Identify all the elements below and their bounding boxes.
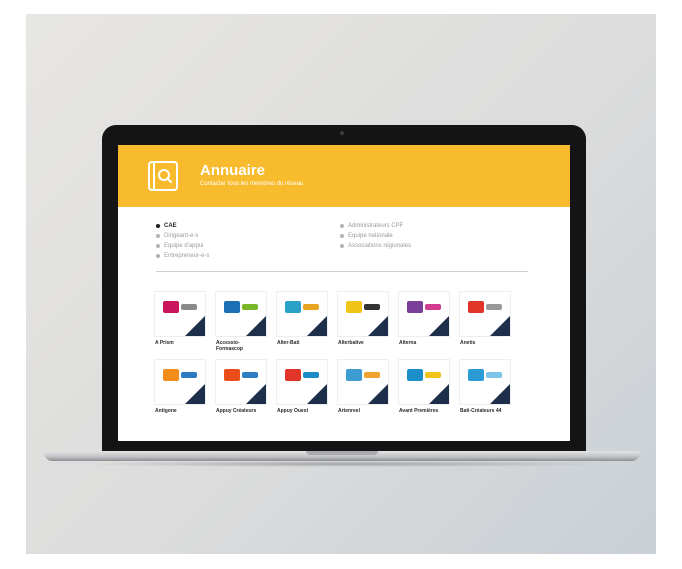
member-name: Appuy Ouest: [277, 408, 309, 414]
member-name: Bati-Créateurs 44: [460, 408, 502, 414]
corner-arrow-icon: [246, 384, 266, 404]
member-logo: [277, 292, 327, 336]
filter-label: Administrateurs CPF: [348, 223, 404, 229]
logo-mark: [407, 301, 441, 313]
page-subtitle: Contacter tous les membres du réseau: [200, 181, 304, 187]
filter-label: Equipe nationale: [348, 233, 393, 239]
member-logo: [460, 360, 510, 404]
corner-arrow-icon: [429, 384, 449, 404]
member-name: A Prism: [155, 340, 174, 346]
book-search-icon: [148, 161, 178, 191]
logo-mark: [163, 369, 197, 381]
filter-label: Dirigeant-e-s: [164, 233, 199, 239]
filter-list-primary: CAE Dirigeant-e-s Equipe d'appui Entrepr…: [156, 221, 209, 261]
filter-associations-regionales[interactable]: Associations régionales: [340, 241, 411, 251]
bullet-icon: [156, 224, 160, 228]
logo-mark: [468, 301, 502, 313]
member-logo: [216, 360, 266, 404]
filter-equipe-nationale[interactable]: Equipe nationale: [340, 231, 411, 241]
member-logo: [155, 360, 205, 404]
webcam: [340, 131, 344, 135]
corner-arrow-icon: [368, 384, 388, 404]
member-name: Alter-Bati: [277, 340, 300, 346]
member-logo: [338, 360, 388, 404]
filter-label: Associations régionales: [348, 243, 412, 249]
logo-mark: [224, 301, 258, 313]
member-card[interactable]: Appuy Ouest: [277, 360, 327, 420]
member-name: Artenreel: [338, 408, 360, 414]
corner-arrow-icon: [246, 316, 266, 336]
base-shadow: [70, 461, 614, 467]
bullet-icon: [156, 234, 160, 238]
filter-label: CAE: [164, 223, 177, 229]
corner-arrow-icon: [429, 316, 449, 336]
logo-mark: [285, 301, 319, 313]
member-card[interactable]: Alter-Bati: [277, 292, 327, 352]
member-card[interactable]: Anetis: [460, 292, 510, 352]
corner-arrow-icon: [185, 316, 205, 336]
filter-label: Equipe d'appui: [164, 243, 204, 249]
member-name: Appuy Créateurs: [216, 408, 257, 414]
member-name: Avant Premières: [399, 408, 439, 414]
laptop-base: [44, 451, 640, 461]
logo-mark: [468, 369, 502, 381]
corner-arrow-icon: [490, 384, 510, 404]
member-logo: [155, 292, 205, 336]
member-name: Alterna: [399, 340, 417, 346]
logo-mark: [346, 301, 380, 313]
member-name: Antigone: [155, 408, 177, 414]
member-name: Accessio-Formascop: [216, 340, 243, 352]
member-card[interactable]: Alterna: [399, 292, 449, 352]
member-card[interactable]: Antigone: [155, 360, 205, 420]
divider: [156, 271, 528, 272]
laptop-notch: [306, 451, 378, 455]
logo-mark: [346, 369, 380, 381]
corner-arrow-icon: [185, 384, 205, 404]
filter-label: Entrepreneur-e-s: [164, 253, 210, 259]
member-name: Alterbative: [338, 340, 364, 346]
corner-arrow-icon: [490, 316, 510, 336]
filter-equipe-appui[interactable]: Equipe d'appui: [156, 241, 209, 251]
member-card[interactable]: A Prism: [155, 292, 205, 352]
bullet-icon: [156, 254, 160, 258]
member-logo: [277, 360, 327, 404]
page-title: Annuaire: [200, 162, 266, 179]
member-logo: [399, 292, 449, 336]
bullet-icon: [340, 234, 344, 238]
filter-list-secondary: Administrateurs CPF Equipe nationale Ass…: [340, 221, 411, 251]
filter-dirigeants[interactable]: Dirigeant-e-s: [156, 231, 209, 241]
member-card[interactable]: Artenreel: [338, 360, 388, 420]
logo-mark: [224, 369, 258, 381]
laptop-screen-bezel: Annuaire Contacter tous les membres du r…: [102, 125, 586, 451]
bullet-icon: [156, 244, 160, 248]
member-card[interactable]: Avant Premières: [399, 360, 449, 420]
logo-mark: [285, 369, 319, 381]
page-header: Annuaire Contacter tous les membres du r…: [118, 145, 570, 207]
member-name: Anetis: [460, 340, 476, 346]
corner-arrow-icon: [368, 316, 388, 336]
filter-entrepreneurs[interactable]: Entrepreneur-e-s: [156, 251, 209, 261]
member-card[interactable]: Bati-Créateurs 44: [460, 360, 510, 420]
corner-arrow-icon: [307, 384, 327, 404]
annuaire-page: Annuaire Contacter tous les membres du r…: [118, 145, 570, 441]
member-logo: [216, 292, 266, 336]
filter-administrateurs[interactable]: Administrateurs CPF: [340, 221, 411, 231]
member-logo: [338, 292, 388, 336]
member-card[interactable]: Accessio-Formascop: [216, 292, 266, 352]
bullet-icon: [340, 224, 344, 228]
member-logo: [460, 292, 510, 336]
filter-cae[interactable]: CAE: [156, 221, 209, 231]
bullet-icon: [340, 244, 344, 248]
corner-arrow-icon: [307, 316, 327, 336]
logo-mark: [407, 369, 441, 381]
member-grid: A Prism Accessio-Formascop Alter-Bati Al…: [155, 292, 535, 420]
member-card[interactable]: Appuy Créateurs: [216, 360, 266, 420]
member-card[interactable]: Alterbative: [338, 292, 388, 352]
logo-mark: [163, 301, 197, 313]
member-logo: [399, 360, 449, 404]
